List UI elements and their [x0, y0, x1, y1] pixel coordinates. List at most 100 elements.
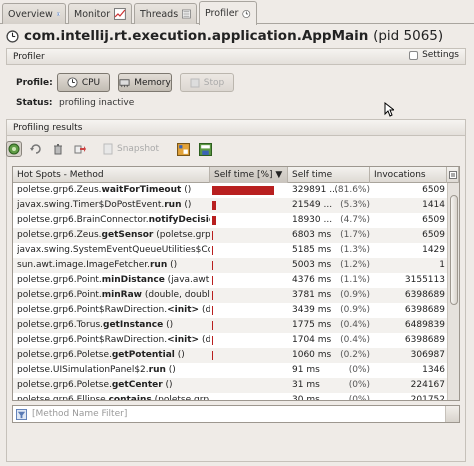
- tab-bar: Overview Monitor Threads Profiler: [0, 0, 474, 25]
- profiler-section-header: Profiler Settings: [6, 48, 466, 65]
- method-class: poletse.grp6.Ellipse.: [17, 395, 109, 401]
- self-time-percent: (1.2%): [340, 260, 370, 270]
- save-results-icon[interactable]: [197, 141, 213, 157]
- stop-button[interactable]: Stop: [180, 73, 234, 92]
- tab-monitor[interactable]: Monitor: [68, 3, 132, 24]
- invocations-cell: 306987: [410, 350, 445, 360]
- self-time-percent: (0.9%): [340, 305, 370, 315]
- table-row[interactable]: poletse.grp6.Zeus.getSensor (poletse.grp…: [13, 228, 447, 243]
- self-time-value: 329891 ...: [292, 185, 338, 195]
- tab-label: Profiler: [205, 8, 239, 19]
- invocations-cell: 1429: [422, 245, 445, 255]
- results-section-header: Profiling results: [6, 119, 466, 136]
- invocations-cell: 6398689: [404, 335, 445, 345]
- table-row[interactable]: poletse.grp6.Point$RawDirection.<init> (…: [13, 303, 447, 318]
- self-time-value: 21549 ...: [292, 200, 333, 210]
- method-args: (double, doubl...: [144, 290, 210, 300]
- table-row[interactable]: javax.swing.SystemEventQueueUtilities$Co…: [13, 243, 447, 258]
- method-cell: sun.awt.image.ImageFetcher.run (): [17, 258, 210, 273]
- method-class: poletse.grp6.Poletse.: [17, 380, 112, 390]
- table-header: Hot Spots - Method Self time [%] ▼ Self …: [13, 167, 459, 183]
- snapshot-icon: [103, 143, 113, 155]
- column-header-invocations[interactable]: Invocations: [370, 167, 447, 183]
- table-row[interactable]: poletse.grp6.BrainConnector.notifyDecisi…: [13, 213, 447, 228]
- method-cell: javax.swing.SystemEventQueueUtilities$Co…: [17, 243, 210, 258]
- method-name: getInstance: [103, 320, 164, 330]
- self-time-cell: 3439 ms (0.9%): [292, 303, 372, 318]
- method-cell: poletse.grp6.Zeus.getSensor (poletse.grp…: [17, 228, 210, 243]
- tab-profiler[interactable]: Profiler: [199, 1, 257, 25]
- method-args: (java.awt...: [167, 275, 210, 285]
- settings-checkbox[interactable]: [409, 50, 419, 60]
- cpu-button[interactable]: CPU: [57, 73, 110, 92]
- filter-icon: [16, 408, 27, 420]
- table-row[interactable]: poletse.grp6.Torus.getInstance () 1775 ms…: [13, 318, 447, 333]
- method-name: contains: [108, 395, 152, 401]
- scrollbar-thumb[interactable]: [450, 195, 458, 305]
- method-args: (): [174, 350, 185, 360]
- self-time-bar: [212, 246, 213, 255]
- self-time-percent: (0.4%): [340, 335, 370, 345]
- method-class: poletse.grp6.Zeus.: [17, 185, 102, 195]
- table-row[interactable]: javax.swing.Timer$DoPostEvent.run () 2154…: [13, 198, 447, 213]
- method-cell: poletse.grp6.Poletse.getPotential (): [17, 348, 210, 363]
- results-view-icon[interactable]: [175, 141, 191, 157]
- tab-overview[interactable]: Overview: [2, 3, 66, 24]
- method-name: <init>: [167, 305, 200, 315]
- method-args: (): [165, 365, 176, 375]
- method-cell: poletse.grp6.Point$RawDirection.<init> (…: [17, 333, 210, 348]
- method-args: (): [181, 185, 192, 195]
- self-time-value: 1704 ms: [292, 335, 332, 345]
- method-args: (): [167, 260, 178, 270]
- invocations-cell: 201752: [410, 395, 445, 401]
- table-row[interactable]: poletse.grp6.Zeus.waitForTimeout () 32989…: [13, 183, 447, 198]
- delete-icon[interactable]: [50, 141, 66, 157]
- table-row[interactable]: poletse.grp6.Poletse.getPotential () 1060…: [13, 348, 447, 363]
- method-args: (poletse.grp...: [156, 230, 210, 240]
- export-icon[interactable]: [72, 141, 88, 157]
- method-class: poletse.grp6.Torus.: [17, 320, 104, 330]
- vertical-scrollbar[interactable]: [447, 183, 459, 400]
- table-row[interactable]: poletse.grp6.Point.minRaw (double, doubl…: [13, 288, 447, 303]
- table-row[interactable]: sun.awt.image.ImageFetcher.run () 5003 ms…: [13, 258, 447, 273]
- results-toolbar: Snapshot: [6, 139, 213, 159]
- table-row[interactable]: poletse.grp6.Poletse.getCenter () 31 ms (0…: [13, 378, 447, 393]
- self-time-percent: (0%): [348, 395, 370, 401]
- method-name: minDistance: [101, 275, 165, 285]
- tab-threads[interactable]: Threads: [134, 3, 197, 24]
- self-time-percent: (1.7%): [340, 230, 370, 240]
- filter-dropdown-button[interactable]: [445, 406, 459, 422]
- self-time-bar: [212, 336, 213, 345]
- profile-label: Profile:: [16, 78, 53, 88]
- tab-label: Overview: [8, 8, 53, 20]
- self-time-cell: 1704 ms (0.4%): [292, 333, 372, 348]
- column-chooser-icon[interactable]: [447, 167, 459, 183]
- table-row[interactable]: poletse.grp6.Ellipse.contains (poletse.g…: [13, 393, 447, 401]
- column-header-method[interactable]: Hot Spots - Method: [13, 167, 210, 183]
- table-row[interactable]: poletse.grp6.Point.minDistance (java.awt…: [13, 273, 447, 288]
- self-time-bar: [212, 231, 213, 240]
- method-cell: poletse.grp6.Torus.getInstance (): [17, 318, 210, 333]
- column-header-self-time-pct[interactable]: Self time [%] ▼: [210, 167, 288, 183]
- self-time-cell: 30 ms (0%): [292, 393, 372, 401]
- self-time-value: 1060 ms: [292, 350, 332, 360]
- table-row[interactable]: poletse.grp6.Point$RawDirection.<init> (…: [13, 333, 447, 348]
- self-time-value: 4376 ms: [292, 275, 332, 285]
- section-title: Profiler: [13, 51, 45, 62]
- refresh-icon[interactable]: [28, 141, 44, 157]
- method-cell: poletse.grp6.Point.minRaw (double, doubl…: [17, 288, 210, 303]
- settings-toggle[interactable]: Settings: [409, 50, 459, 60]
- stop-label: Stop: [203, 77, 225, 88]
- live-results-icon[interactable]: [6, 141, 22, 157]
- self-time-cell: 329891 ... (81.6%): [292, 183, 372, 198]
- hot-spots-table: Hot Spots - Method Self time [%] ▼ Self …: [12, 166, 460, 401]
- table-row[interactable]: poletse.UISimulationPanel$2.run () 91 ms (…: [13, 363, 447, 378]
- memory-button[interactable]: Memory: [118, 73, 172, 92]
- tab-label: Monitor: [74, 8, 111, 20]
- column-header-self-time[interactable]: Self time: [288, 167, 370, 183]
- snapshot-button[interactable]: Snapshot: [102, 143, 159, 155]
- settings-label: Settings: [422, 50, 459, 60]
- invocations-cell: 6509: [422, 215, 445, 225]
- method-filter-field[interactable]: [Method Name Filter]: [12, 405, 460, 423]
- method-class: poletse.grp6.BrainConnector.: [17, 215, 149, 225]
